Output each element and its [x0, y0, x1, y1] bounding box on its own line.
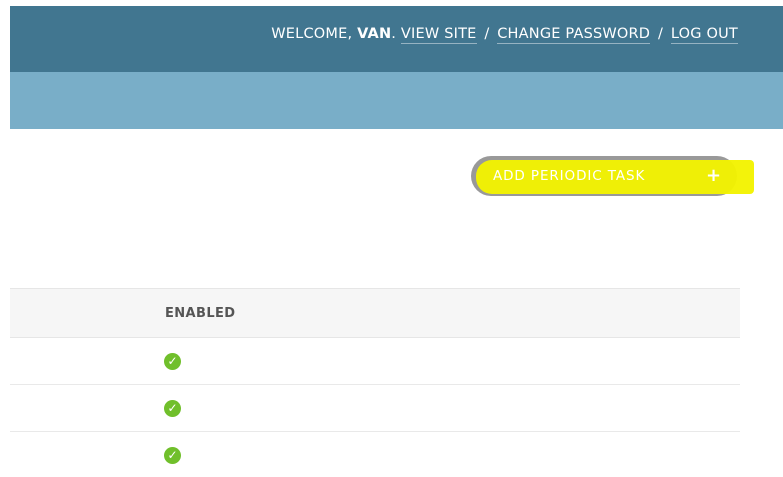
separator: /	[657, 26, 664, 42]
separator: /	[484, 26, 490, 42]
welcome-text: WELCOME,	[271, 26, 353, 42]
user-name: VAN	[357, 26, 392, 42]
user-tools: WELCOME, VAN. VIEW SITE / CHANGE PASSWOR…	[271, 26, 738, 44]
name-suffix: .	[391, 26, 397, 42]
admin-page: WELCOME, VAN. VIEW SITE / CHANGE PASSWOR…	[0, 0, 783, 477]
admin-header: WELCOME, VAN. VIEW SITE / CHANGE PASSWOR…	[10, 6, 783, 72]
check-circle-icon: ✓	[164, 353, 181, 370]
add-periodic-task-label: ADD PERIODIC TASK	[493, 168, 646, 184]
add-button-content[interactable]: ADD PERIODIC TASK +	[471, 156, 737, 196]
table-row: ✓	[10, 385, 740, 432]
check-circle-icon: ✓	[164, 400, 181, 417]
plus-icon: +	[706, 165, 722, 186]
table-row: ✓	[10, 338, 740, 385]
results-table: ENABLED ✓ ✓ ✓	[10, 288, 740, 477]
enabled-column-header[interactable]: ENABLED	[165, 306, 236, 321]
logout-link[interactable]: LOG OUT	[670, 26, 738, 44]
breadcrumb-bar	[10, 72, 783, 129]
check-circle-icon: ✓	[164, 447, 181, 464]
table-row: ✓	[10, 432, 740, 477]
change-password-link[interactable]: CHANGE PASSWORD	[497, 26, 651, 44]
view-site-link[interactable]: VIEW SITE	[400, 26, 477, 44]
table-header: ENABLED	[10, 288, 740, 338]
